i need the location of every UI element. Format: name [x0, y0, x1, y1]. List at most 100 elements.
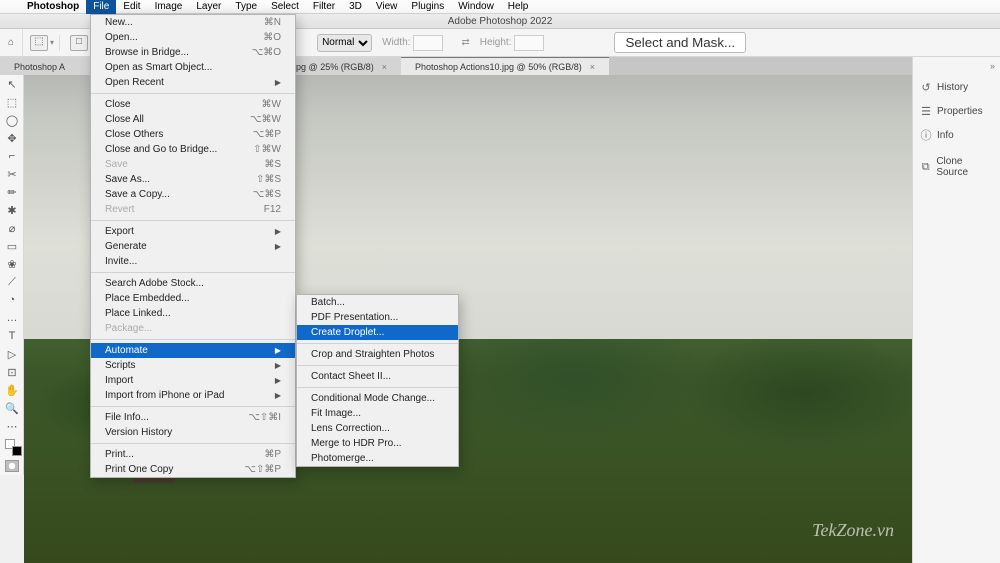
menu-item-scripts[interactable]: Scripts▶: [91, 358, 295, 373]
submenu-arrow-icon: ▶: [275, 344, 281, 357]
menu-item-fit-image[interactable]: Fit Image...: [297, 406, 458, 421]
watermark: TekZone.vn: [812, 520, 894, 541]
submenu-arrow-icon: ▶: [275, 374, 281, 387]
menu-item-revert: RevertF12: [91, 202, 295, 217]
menu-item-automate[interactable]: Automate▶: [91, 343, 295, 358]
toolbar: ↖⬚◯✥⌐✂✏✱⌀▭❀⟋◔…T▷⊡✋🔍⋯: [0, 75, 24, 475]
quick-mask-icon[interactable]: [5, 460, 19, 472]
menu-item-place-embedded[interactable]: Place Embedded...: [91, 291, 295, 306]
home-button[interactable]: ⌂: [0, 29, 23, 56]
menu-item-save-as[interactable]: Save As...⇧⌘S: [91, 172, 295, 187]
panel-well: » ↺History☰PropertiesⓘInfo ⧉Clone Source: [912, 57, 1000, 563]
tool-9[interactable]: ▭: [0, 237, 24, 255]
tab-3[interactable]: Photoshop Actions10.jpg @ 50% (RGB/8)×: [401, 57, 609, 75]
tool-4[interactable]: ⌐: [0, 147, 24, 165]
menu-item-conditional-mode-change[interactable]: Conditional Mode Change...: [297, 391, 458, 406]
app-menu[interactable]: Photoshop: [20, 0, 86, 14]
tool-11[interactable]: ⟋: [0, 273, 24, 291]
menu-item-export[interactable]: Export▶: [91, 224, 295, 239]
menu-window[interactable]: Window: [451, 0, 501, 14]
height-field[interactable]: [514, 35, 544, 51]
menu-plugins[interactable]: Plugins: [404, 0, 451, 14]
menu-item-photomerge[interactable]: Photomerge...: [297, 451, 458, 466]
menu-item-pdf-presentation[interactable]: PDF Presentation...: [297, 310, 458, 325]
menu-select[interactable]: Select: [264, 0, 306, 14]
menu-item-version-history[interactable]: Version History: [91, 425, 295, 440]
tool-15[interactable]: ▷: [0, 345, 24, 363]
tool-5[interactable]: ✂: [0, 165, 24, 183]
menu-view[interactable]: View: [369, 0, 405, 14]
menu-item-print-one-copy[interactable]: Print One Copy⌥⇧⌘P: [91, 462, 295, 477]
menu-item-package: Package...: [91, 321, 295, 336]
menu-item-open[interactable]: Open...⌘O: [91, 30, 295, 45]
tool-6[interactable]: ✏: [0, 183, 24, 201]
menu-item-generate[interactable]: Generate▶: [91, 239, 295, 254]
panel-properties[interactable]: ☰Properties: [913, 99, 1000, 123]
properties-icon: ☰: [919, 105, 933, 118]
tool-1[interactable]: ⬚: [0, 93, 24, 111]
menu-item-open-as-smart-object[interactable]: Open as Smart Object...: [91, 60, 295, 75]
panel-info[interactable]: ⓘInfo: [913, 123, 1000, 147]
menu-item-new[interactable]: New...⌘N: [91, 15, 295, 30]
automate-submenu: Batch...PDF Presentation...Create Drople…: [296, 294, 459, 467]
menu-item-search-adobe-stock[interactable]: Search Adobe Stock...: [91, 276, 295, 291]
close-icon[interactable]: ×: [590, 62, 595, 72]
menu-item-crop-and-straighten-photos[interactable]: Crop and Straighten Photos: [297, 347, 458, 362]
menu-help[interactable]: Help: [501, 0, 536, 14]
tool-16[interactable]: ⊡: [0, 363, 24, 381]
menu-item-print[interactable]: Print...⌘P: [91, 447, 295, 462]
file-dropdown: New...⌘NOpen...⌘OBrowse in Bridge...⌥⌘OO…: [90, 14, 296, 478]
menu-item-close[interactable]: Close⌘W: [91, 97, 295, 112]
panel-collapse-icon[interactable]: »: [913, 57, 1000, 75]
tool-12[interactable]: ◔: [0, 291, 24, 309]
menu-item-batch[interactable]: Batch...: [297, 295, 458, 310]
tool-3[interactable]: ✥: [0, 129, 24, 147]
width-field[interactable]: [413, 35, 443, 51]
menu-item-create-droplet[interactable]: Create Droplet...: [297, 325, 458, 340]
menu-item-contact-sheet-ii[interactable]: Contact Sheet II...: [297, 369, 458, 384]
panel-history[interactable]: ↺History: [913, 75, 1000, 99]
color-swatch[interactable]: [5, 439, 19, 453]
history-icon: ↺: [919, 81, 933, 94]
menu-item-browse-in-bridge[interactable]: Browse in Bridge...⌥⌘O: [91, 45, 295, 60]
menu-3d[interactable]: 3D: [342, 0, 369, 14]
system-menubar: Photoshop File Edit Image Layer Type Sel…: [0, 0, 1000, 14]
clone source-icon: ⧉: [919, 161, 932, 174]
menu-item-file-info[interactable]: File Info...⌥⇧⌘I: [91, 410, 295, 425]
menu-item-place-linked[interactable]: Place Linked...: [91, 306, 295, 321]
mode-select[interactable]: Normal: [317, 34, 372, 52]
tool-17[interactable]: ✋: [0, 381, 24, 399]
tool-2[interactable]: ◯: [0, 111, 24, 129]
menu-layer[interactable]: Layer: [189, 0, 228, 14]
menu-item-invite[interactable]: Invite...: [91, 254, 295, 269]
menu-item-lens-correction[interactable]: Lens Correction...: [297, 421, 458, 436]
close-icon[interactable]: ×: [382, 62, 387, 72]
menu-edit[interactable]: Edit: [116, 0, 147, 14]
menu-file[interactable]: File: [86, 0, 116, 14]
tool-13[interactable]: …: [0, 309, 24, 327]
menu-item-close-and-go-to-bridge[interactable]: Close and Go to Bridge...⇧⌘W: [91, 142, 295, 157]
tool-0[interactable]: ↖: [0, 75, 24, 93]
menu-type[interactable]: Type: [228, 0, 264, 14]
sel-new-icon[interactable]: □: [70, 35, 88, 51]
menu-item-merge-to-hdr-pro[interactable]: Merge to HDR Pro...: [297, 436, 458, 451]
tool-19[interactable]: ⋯: [0, 417, 24, 435]
menu-item-save-a-copy[interactable]: Save a Copy...⌥⌘S: [91, 187, 295, 202]
submenu-arrow-icon: ▶: [275, 359, 281, 372]
menu-item-close-others[interactable]: Close Others⌥⌘P: [91, 127, 295, 142]
select-and-mask-button[interactable]: Select and Mask...: [614, 32, 746, 53]
tab-0[interactable]: Photoshop A: [0, 57, 79, 75]
panel-clone-source[interactable]: ⧉Clone Source: [913, 155, 1000, 179]
tool-8[interactable]: ⌀: [0, 219, 24, 237]
menu-item-import-from-iphone-or-ipad[interactable]: Import from iPhone or iPad▶: [91, 388, 295, 403]
tool-14[interactable]: T: [0, 327, 24, 345]
menu-image[interactable]: Image: [148, 0, 190, 14]
tool-18[interactable]: 🔍: [0, 399, 24, 417]
tool-10[interactable]: ❀: [0, 255, 24, 273]
marquee-tool-icon[interactable]: ⬚: [30, 35, 48, 51]
tool-7[interactable]: ✱: [0, 201, 24, 219]
menu-item-open-recent[interactable]: Open Recent▶: [91, 75, 295, 90]
menu-item-import[interactable]: Import▶: [91, 373, 295, 388]
menu-item-close-all[interactable]: Close All⌥⌘W: [91, 112, 295, 127]
menu-filter[interactable]: Filter: [306, 0, 342, 14]
